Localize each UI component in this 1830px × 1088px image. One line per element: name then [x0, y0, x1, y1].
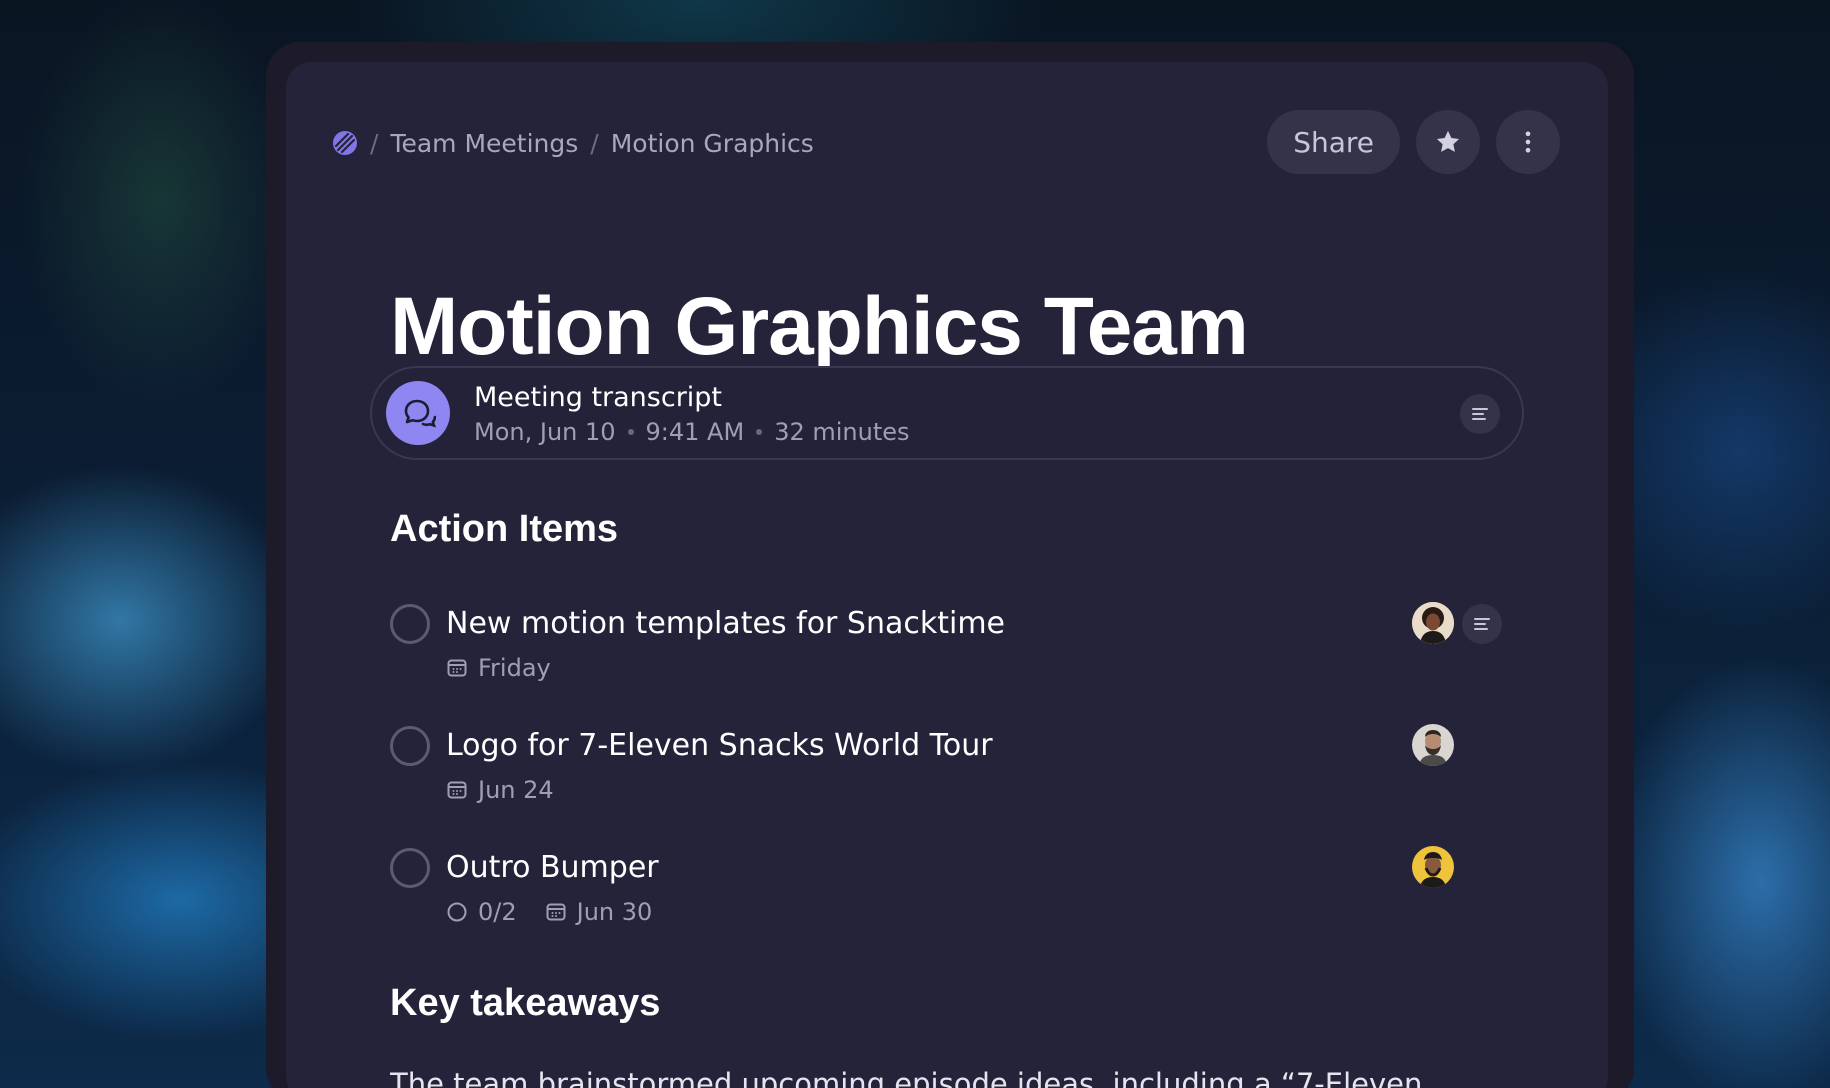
transcript-meta: Mon, Jun 10 9:41 AM 32 minutes — [474, 418, 910, 446]
task-meta: Jun 24 — [446, 776, 554, 804]
task-title[interactable]: Outro Bumper — [446, 850, 659, 885]
document-panel: / Team Meetings / Motion Graphics Share … — [286, 62, 1608, 1088]
assignee-avatar[interactable] — [1412, 846, 1454, 888]
assignee-avatar[interactable] — [1412, 724, 1454, 766]
calendar-icon — [447, 781, 467, 799]
key-takeaways-heading: Key takeaways — [390, 982, 661, 1024]
breadcrumb-separator: / — [590, 128, 599, 158]
share-button[interactable]: Share — [1267, 110, 1400, 174]
chat-bubbles-icon — [386, 381, 450, 445]
header-actions: Share — [1267, 110, 1560, 174]
breadcrumb-separator: / — [370, 128, 379, 158]
due-date-label: Jun 24 — [478, 776, 554, 804]
breadcrumb-team-meetings[interactable]: Team Meetings — [390, 129, 578, 158]
task-title[interactable]: New motion templates for Snacktime — [446, 606, 1005, 641]
action-item: New motion templates for Snacktime Frida… — [390, 602, 1560, 714]
key-takeaways-text: The team brainstormed upcoming episode i… — [390, 1067, 1423, 1088]
task-meta: Friday — [446, 654, 551, 682]
more-vertical-icon — [1525, 131, 1531, 153]
due-date-label: Friday — [478, 654, 551, 682]
assignee-avatar[interactable] — [1412, 602, 1454, 644]
breadcrumb-motion-graphics[interactable]: Motion Graphics — [611, 129, 814, 158]
task-checkbox[interactable] — [390, 726, 430, 766]
meta-dot — [627, 429, 634, 435]
favorite-button[interactable] — [1416, 110, 1480, 174]
progress-circle-icon — [447, 902, 467, 922]
due-date[interactable]: Friday — [446, 654, 551, 682]
star-icon — [1436, 130, 1460, 152]
meta-dot — [756, 429, 763, 435]
meeting-transcript-card[interactable]: Meeting transcript Mon, Jun 10 9:41 AM 3… — [370, 366, 1524, 460]
transcript-title: Meeting transcript — [474, 382, 723, 413]
task-menu-button[interactable] — [1462, 604, 1502, 644]
breadcrumb: / Team Meetings / Motion Graphics — [332, 123, 814, 163]
text-lines-icon — [1472, 408, 1488, 420]
workspace-logo-icon[interactable] — [332, 130, 358, 156]
transcript-time: 9:41 AM — [645, 418, 745, 446]
due-date[interactable]: Jun 30 — [545, 898, 653, 926]
task-checkbox[interactable] — [390, 604, 430, 644]
calendar-icon — [546, 903, 566, 921]
transcript-duration: 32 minutes — [774, 418, 910, 446]
action-item: Logo for 7-Eleven Snacks World Tour Jun … — [390, 724, 1560, 836]
subtask-progress[interactable]: 0/2 — [446, 898, 517, 926]
due-date-label: Jun 30 — [576, 898, 653, 926]
task-checkbox[interactable] — [390, 848, 430, 888]
task-title[interactable]: Logo for 7-Eleven Snacks World Tour — [446, 728, 993, 763]
text-lines-icon — [1474, 618, 1490, 630]
calendar-icon — [447, 659, 467, 677]
more-options-button[interactable] — [1496, 110, 1560, 174]
page-title: Motion Graphics Team — [390, 281, 1249, 372]
action-item: Outro Bumper 0/2 Jun 30 — [390, 846, 1560, 958]
action-items-heading: Action Items — [390, 508, 619, 550]
transcript-date: Mon, Jun 10 — [474, 418, 616, 446]
transcript-menu-button[interactable] — [1460, 394, 1500, 434]
subtask-progress-label: 0/2 — [478, 898, 517, 926]
due-date[interactable]: Jun 24 — [446, 776, 554, 804]
task-meta: 0/2 Jun 30 — [446, 898, 652, 926]
